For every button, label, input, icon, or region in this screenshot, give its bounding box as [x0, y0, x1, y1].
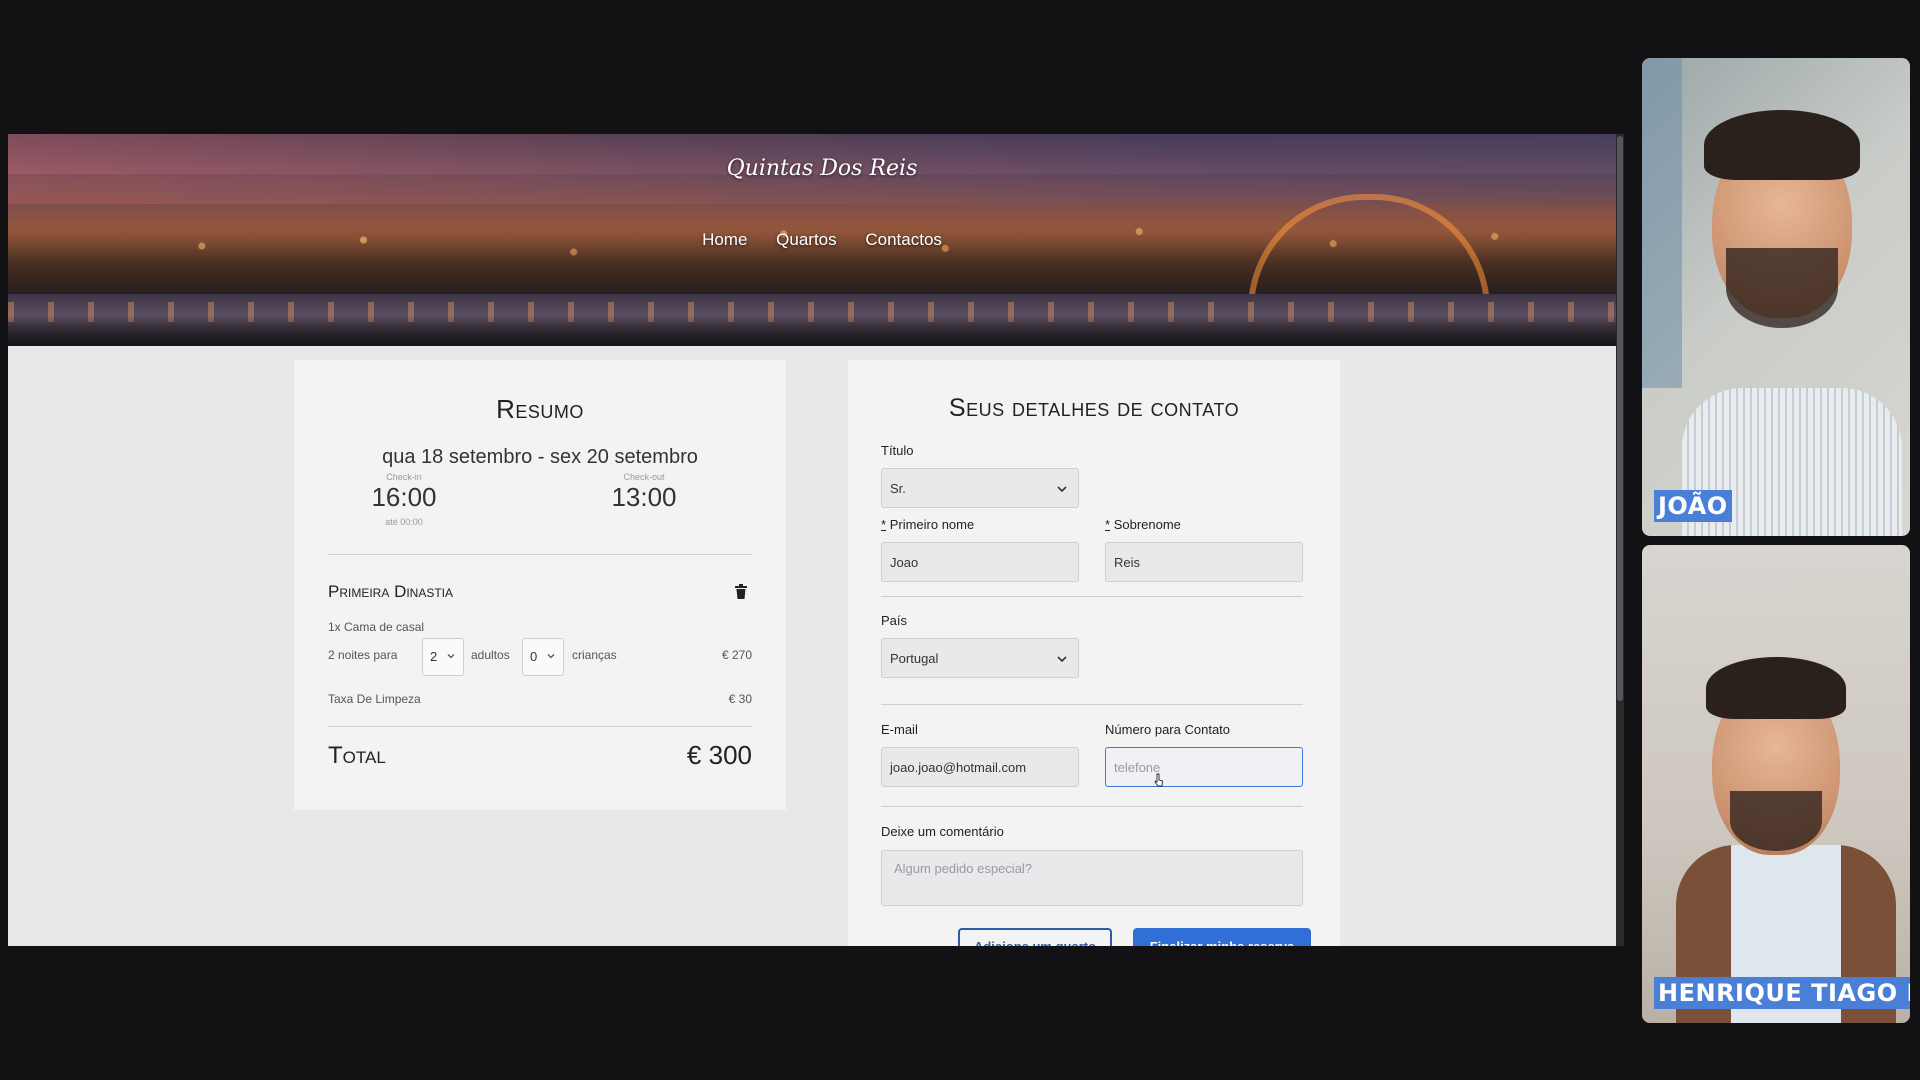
background-shelf	[1642, 58, 1682, 388]
checkout-label: Check-out	[623, 472, 665, 482]
last-name-label: * Sobrenome	[1105, 517, 1181, 532]
scrollbar[interactable]	[1616, 134, 1624, 946]
children-select[interactable]: 0	[522, 638, 564, 676]
header-banner: Quintas Dos Reis Home Quartos Contactos	[8, 134, 1624, 346]
site-logo[interactable]: Quintas Dos Reis	[8, 156, 1624, 181]
fee-price: € 30	[728, 692, 752, 706]
divider	[328, 554, 752, 555]
chevron-down-icon	[1057, 486, 1067, 493]
mouse-cursor-icon	[1154, 773, 1163, 787]
trash-icon[interactable]	[734, 584, 748, 600]
main-nav: Home Quartos Contactos	[8, 230, 1624, 250]
first-name-label: * Primeiro nome	[881, 517, 974, 532]
finish-booking-button[interactable]: Finalizar minha reserva	[1133, 928, 1311, 946]
nights-text: 2 noites para	[328, 648, 398, 662]
divider	[881, 704, 1303, 705]
email-field[interactable]: joao.joao@hotmail.com	[881, 747, 1079, 787]
shared-browser-window: Quintas Dos Reis Home Quartos Contactos …	[8, 134, 1624, 946]
country-select[interactable]: Portugal	[881, 638, 1079, 678]
last-name-value: Reis	[1114, 555, 1141, 570]
nav-home[interactable]: Home	[702, 230, 747, 249]
divider	[881, 806, 1303, 807]
banner-trees	[8, 316, 1624, 346]
participant-name-tag: HENRIQUE TIAGO I	[1654, 977, 1910, 1009]
contact-panel: Seus detalhes de contato Título Sr. * Pr…	[848, 360, 1340, 946]
required-mark: *	[1105, 517, 1111, 532]
country-value: Portugal	[890, 651, 939, 666]
stay-dates: qua 18 setembro - sex 20 setembro	[382, 446, 698, 468]
first-name-label-text: Primeiro nome	[889, 517, 975, 532]
title-value: Sr.	[890, 481, 906, 496]
participant-hair	[1704, 110, 1860, 180]
checkin-until: até 00:00	[385, 517, 423, 527]
checkin-label: Check-in	[386, 472, 422, 482]
first-name-field[interactable]: Joao	[881, 542, 1079, 582]
room-name: Primeira Dinastia	[328, 582, 454, 601]
room-price: € 270	[721, 648, 752, 662]
last-name-label-text: Sobrenome	[1113, 517, 1181, 532]
participant-tile: HENRIQUE TIAGO I	[1642, 545, 1910, 1023]
nav-contacts[interactable]: Contactos	[865, 230, 942, 249]
participant-tile: JOÃO	[1642, 58, 1910, 536]
checkin-time: 16:00	[371, 482, 437, 512]
adults-select[interactable]: 2	[422, 638, 464, 676]
bed-info: 1x Cama de casal	[328, 620, 425, 634]
comment-label: Deixe um comentário	[881, 824, 1004, 839]
add-room-button[interactable]: Adicione um quarto	[958, 928, 1112, 946]
scrollbar-thumb[interactable]	[1617, 136, 1623, 701]
required-mark: *	[881, 517, 887, 532]
phone-field[interactable]: telefone	[1105, 747, 1303, 787]
email-value: joao.joao@hotmail.com	[890, 760, 1027, 775]
total-label: Total	[328, 742, 386, 769]
chevron-down-icon	[1057, 656, 1067, 663]
divider	[881, 596, 1303, 597]
total-value: € 300	[686, 740, 752, 770]
adults-value: 2	[430, 649, 438, 664]
fee-label: Taxa De Limpeza	[328, 692, 421, 706]
phone-label: Número para Contato	[1105, 722, 1231, 737]
email-label: E-mail	[881, 722, 918, 737]
children-value: 0	[530, 649, 538, 664]
chevron-down-icon	[547, 654, 555, 659]
divider	[328, 726, 752, 727]
title-select[interactable]: Sr.	[881, 468, 1079, 508]
nav-rooms[interactable]: Quartos	[776, 230, 836, 249]
adults-label: adultos	[471, 648, 510, 662]
comment-textarea[interactable]: Algum pedido especial?	[881, 850, 1303, 906]
participant-hair	[1706, 657, 1846, 719]
children-label: crianças	[572, 648, 617, 662]
country-label: País	[881, 613, 908, 628]
checkout-time: 13:00	[611, 482, 677, 512]
chevron-down-icon	[447, 654, 455, 659]
first-name-value: Joao	[890, 555, 919, 570]
participant-name-tag: JOÃO	[1654, 490, 1732, 522]
last-name-field[interactable]: Reis	[1105, 542, 1303, 582]
comment-placeholder: Algum pedido especial?	[894, 861, 1033, 876]
summary-panel: Resumo qua 18 setembro - sex 20 setembro…	[294, 360, 786, 810]
contact-title: Seus detalhes de contato	[948, 394, 1240, 422]
summary-title: Resumo	[496, 394, 584, 424]
participant-beard	[1730, 791, 1822, 851]
participant-beard	[1726, 248, 1838, 328]
title-label: Título	[881, 443, 914, 458]
